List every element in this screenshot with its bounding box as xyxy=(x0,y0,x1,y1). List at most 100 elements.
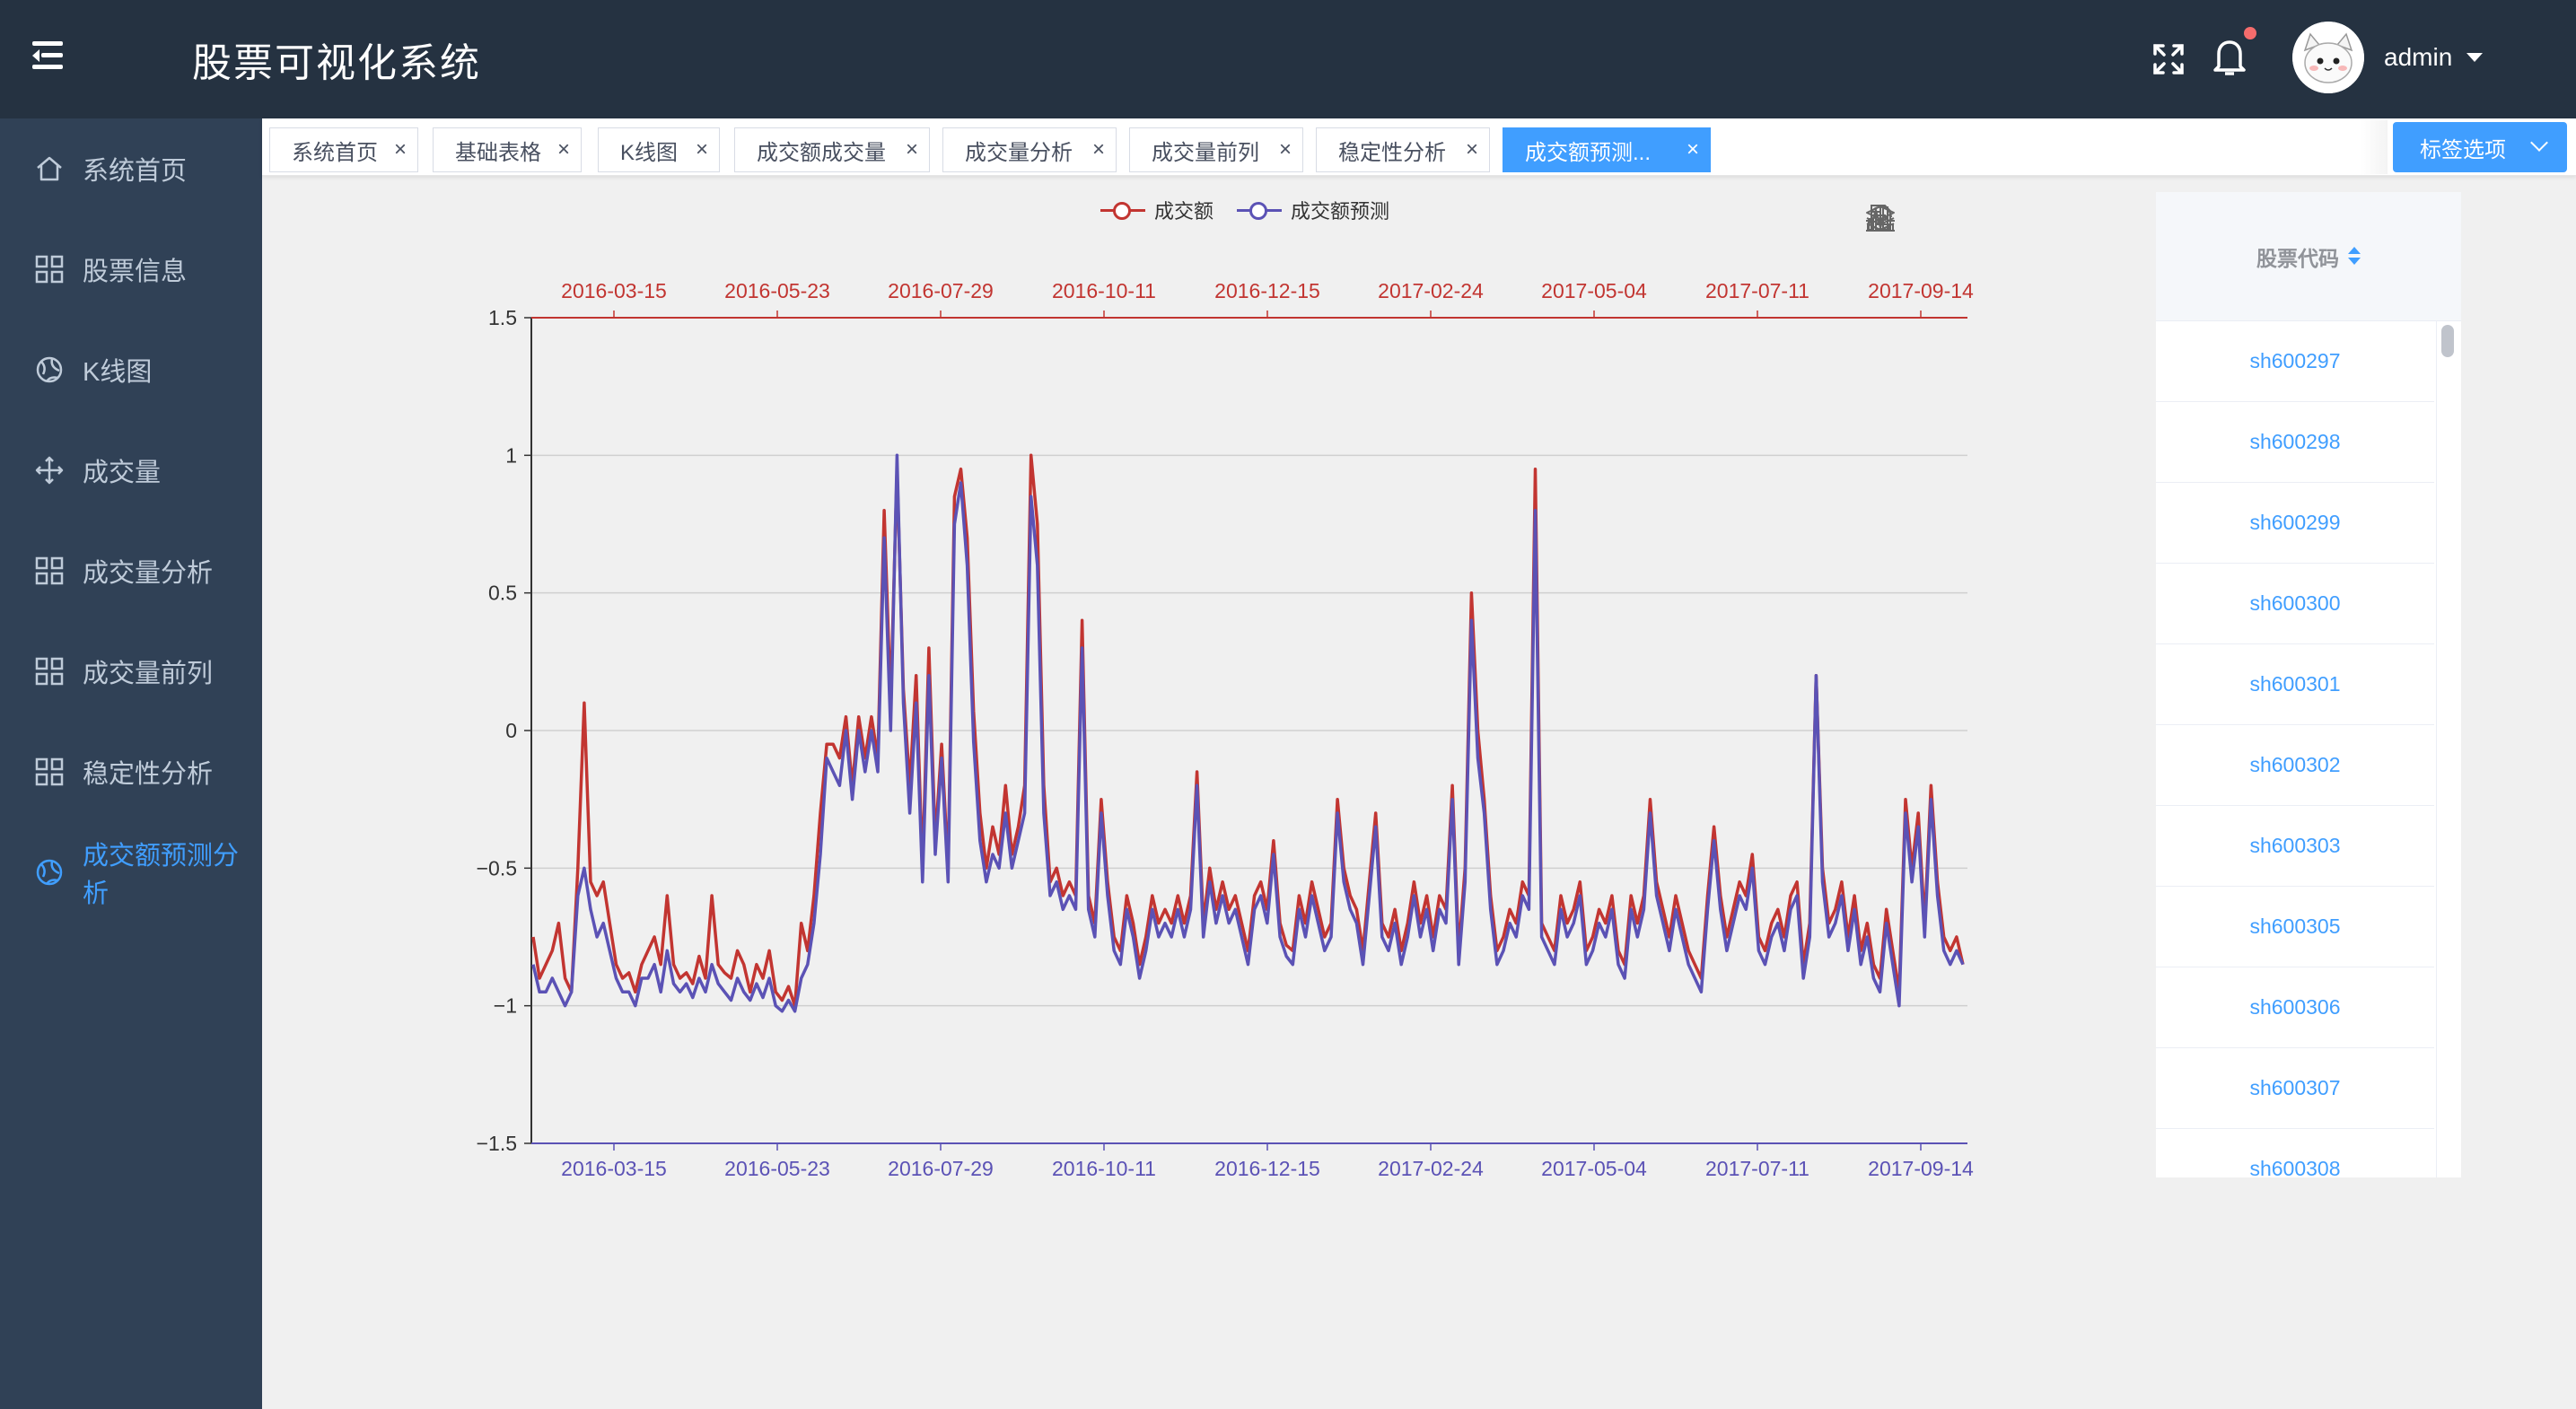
grid-icon xyxy=(34,656,65,687)
stock-code-link[interactable]: sh600297 xyxy=(2249,349,2340,373)
sidebar-item-label: 股票信息 xyxy=(83,258,188,286)
chart-canvas: 1.5 1 0.5 0 −0.5 −1 −1.5 2016-03-15 2016-03-15 20… xyxy=(477,279,1974,1180)
table-row[interactable]: sh600305 xyxy=(2156,887,2434,967)
close-icon[interactable]: × xyxy=(1687,138,1699,162)
x-tick-label-bottom: 2016-10-11 xyxy=(1052,1157,1156,1180)
y-tick-label: −0.5 xyxy=(477,856,517,880)
x-tick-label-bottom: 2017-05-04 xyxy=(1541,1157,1647,1180)
table-row[interactable]: sh600303 xyxy=(2156,806,2434,887)
hamburger-icon[interactable] xyxy=(32,41,68,74)
username[interactable]: admin xyxy=(2384,43,2452,72)
table-header[interactable]: 股票代码 xyxy=(2156,192,2461,321)
tag-label: 成交额成交量 xyxy=(757,140,886,165)
stock-code-link[interactable]: sh600307 xyxy=(2249,1076,2340,1100)
tag-options-label: 标签选项 xyxy=(2420,137,2506,162)
globe-icon xyxy=(34,354,65,385)
notification-badge xyxy=(2244,27,2256,39)
stock-code-link[interactable]: sh600298 xyxy=(2249,430,2340,454)
tag-kline[interactable]: K线图 × xyxy=(598,127,720,172)
x-tick-label-bottom: 2017-07-11 xyxy=(1705,1157,1809,1180)
table-row[interactable]: sh600302 xyxy=(2156,725,2434,806)
caret-down-icon[interactable] xyxy=(2466,53,2483,62)
close-icon[interactable]: × xyxy=(696,138,708,162)
table-row[interactable]: sh600307 xyxy=(2156,1048,2434,1129)
x-tick-label-top: 2016-07-29 xyxy=(888,279,994,302)
sort-icon[interactable] xyxy=(2348,246,2361,267)
x-tick-label-top: 2016-12-15 xyxy=(1214,279,1320,302)
x-tick-label-bottom: 2016-12-15 xyxy=(1214,1157,1320,1180)
bell-icon[interactable] xyxy=(2210,36,2249,79)
sidebar-item-label: 成交量前列 xyxy=(83,660,214,688)
sidebar-item-label: 成交量 xyxy=(83,459,162,487)
y-tick-label: −1.5 xyxy=(477,1132,517,1155)
globe-icon xyxy=(34,857,65,888)
x-tick-label-top: 2017-02-24 xyxy=(1378,279,1484,302)
table-row[interactable]: sh600306 xyxy=(2156,967,2434,1048)
sidebar-item-label: 系统首页 xyxy=(83,157,188,186)
tag-label: 稳定性分析 xyxy=(1338,140,1446,165)
sidebar-item-home[interactable]: 系统首页 xyxy=(0,118,262,219)
close-icon[interactable]: × xyxy=(1092,138,1105,162)
sidebar-item-volume[interactable]: 成交量 xyxy=(0,420,262,521)
tag-stability[interactable]: 稳定性分析 × xyxy=(1316,127,1490,172)
table-row[interactable]: sh600308 xyxy=(2156,1129,2434,1177)
stock-code-link[interactable]: sh600308 xyxy=(2249,1157,2340,1177)
tag-amount-forecast[interactable]: 成交额预测... × xyxy=(1503,127,1711,172)
table-row[interactable]: sh600300 xyxy=(2156,564,2434,644)
sidebar-item-label: 成交量分析 xyxy=(83,559,214,588)
stock-code-table: 股票代码 sh600297 sh600298 sh600299 sh600300… xyxy=(2156,192,2461,1177)
sidebar-item-stability[interactable]: 稳定性分析 xyxy=(0,722,262,822)
stock-code-link[interactable]: sh600306 xyxy=(2249,995,2340,1020)
close-icon[interactable]: × xyxy=(557,138,570,162)
stock-code-link[interactable]: sh600303 xyxy=(2249,834,2340,858)
sidebar: 系统首页 股票信息 K线图 成交量 成交量分析 成交量前列 稳定性分析 成交额预… xyxy=(0,118,262,1409)
stock-code-link[interactable]: sh600299 xyxy=(2249,511,2340,535)
tag-options-button[interactable]: 标签选项 xyxy=(2393,122,2567,172)
sidebar-item-stock-info[interactable]: 股票信息 xyxy=(0,219,262,319)
app-title: 股票可视化系统 xyxy=(192,41,481,85)
close-icon[interactable]: × xyxy=(906,138,918,162)
sidebar-item-amount-forecast[interactable]: 成交额预测分析 xyxy=(0,822,262,923)
table-scroll-thumb[interactable] xyxy=(2441,325,2454,357)
x-tick-label-bottom: 2017-02-24 xyxy=(1378,1157,1484,1180)
stock-code-link[interactable]: sh600301 xyxy=(2249,672,2340,696)
top-header: 股票可视化系统 admin xyxy=(0,0,2576,118)
tag-home[interactable]: 系统首页 × xyxy=(269,127,418,172)
close-icon[interactable]: × xyxy=(1466,138,1478,162)
y-tick-label: 1.5 xyxy=(488,306,517,329)
table-scrollbar[interactable] xyxy=(2436,321,2461,1177)
close-icon[interactable]: × xyxy=(1279,138,1292,162)
x-tick-label-top: 2017-09-14 xyxy=(1868,279,1974,302)
tag-basic-table[interactable]: 基础表格 × xyxy=(433,127,582,172)
avatar[interactable] xyxy=(2292,22,2364,93)
sidebar-item-kline[interactable]: K线图 xyxy=(0,319,262,420)
sidebar-item-volume-top[interactable]: 成交量前列 xyxy=(0,621,262,722)
forecast-chart: 成交额 成交额预测 1.5 1 0.5 0 −0.5 −1 −1.5 2016-03-15 20… xyxy=(262,176,2147,1409)
table-row[interactable]: sh600301 xyxy=(2156,644,2434,725)
sidebar-item-volume-analysis[interactable]: 成交量分析 xyxy=(0,521,262,621)
stock-code-link[interactable]: sh600300 xyxy=(2249,591,2340,616)
tag-volume-top[interactable]: 成交量前列 × xyxy=(1129,127,1303,172)
stock-code-link[interactable]: sh600305 xyxy=(2249,915,2340,939)
tag-amount-volume[interactable]: 成交额成交量 × xyxy=(734,127,930,172)
y-tick-label: 0.5 xyxy=(488,582,517,605)
table-row[interactable]: sh600298 xyxy=(2156,402,2434,483)
grid-icon xyxy=(34,254,65,284)
table-row[interactable]: sh600299 xyxy=(2156,483,2434,564)
tag-volume-analysis[interactable]: 成交量分析 × xyxy=(942,127,1117,172)
x-tick-label-bottom: 2016-07-29 xyxy=(888,1157,994,1180)
close-icon[interactable]: × xyxy=(394,138,407,162)
series-line-predicted xyxy=(531,453,1965,1013)
x-tick-label-top: 2016-03-15 xyxy=(561,279,667,302)
tag-label: 成交量分析 xyxy=(965,140,1073,165)
y-tick-label: −1 xyxy=(494,994,517,1018)
x-tick-label-top: 2017-05-04 xyxy=(1541,279,1647,302)
tag-label: 基础表格 xyxy=(455,140,541,165)
fullscreen-icon[interactable] xyxy=(2151,41,2186,77)
home-icon xyxy=(34,153,65,184)
y-tick-label: 1 xyxy=(505,443,517,467)
stock-code-link[interactable]: sh600302 xyxy=(2249,753,2340,777)
tag-label: 成交额预测... xyxy=(1525,140,1652,165)
table-row[interactable]: sh600297 xyxy=(2156,321,2434,402)
tag-label: 成交量前列 xyxy=(1152,140,1259,165)
